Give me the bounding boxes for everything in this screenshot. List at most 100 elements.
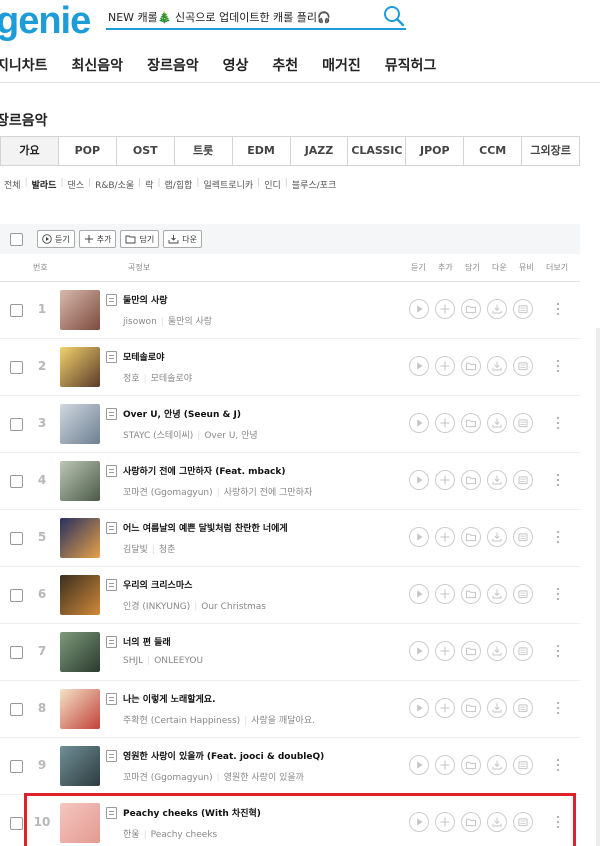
track-artist[interactable]: jisowon [123, 317, 157, 327]
tab-pop[interactable]: POP [59, 137, 117, 165]
song-info-icon[interactable] [106, 522, 117, 534]
album-cover[interactable] [60, 404, 100, 444]
download-button[interactable] [487, 413, 507, 433]
nav-new-music[interactable]: 최신음악 [72, 55, 124, 75]
tab-classic[interactable]: CLASSIC [348, 137, 407, 165]
subgenre-blues-folk[interactable]: 블루스/포크 [288, 178, 340, 191]
nav-magazine[interactable]: 매거진 [322, 55, 361, 75]
track-album[interactable]: ONLEEYOU [154, 656, 203, 666]
save-button[interactable] [461, 641, 481, 661]
tab-trot[interactable]: 트롯 [175, 137, 233, 165]
album-cover[interactable] [60, 290, 100, 330]
save-button[interactable] [461, 470, 481, 490]
row-checkbox[interactable] [10, 646, 23, 659]
play-selected-button[interactable]: 듣기 [37, 230, 75, 248]
row-checkbox[interactable] [10, 532, 23, 545]
download-button[interactable] [487, 356, 507, 376]
subgenre-ballad[interactable]: 발라드 [28, 178, 61, 191]
mv-button[interactable] [513, 698, 533, 718]
add-button[interactable] [435, 641, 455, 661]
track-title[interactable]: 나는 이렇게 노래할게요. [123, 692, 216, 705]
add-button[interactable] [435, 356, 455, 376]
track-artist[interactable]: 꼬마견 (Ggomagyun) [123, 488, 213, 498]
play-button[interactable] [409, 755, 429, 775]
mv-button[interactable] [513, 299, 533, 319]
play-button[interactable] [409, 584, 429, 604]
save-button[interactable] [461, 527, 481, 547]
add-button[interactable] [435, 584, 455, 604]
add-button[interactable] [435, 470, 455, 490]
add-button[interactable] [435, 755, 455, 775]
select-all-checkbox[interactable] [10, 232, 23, 246]
row-checkbox[interactable] [10, 418, 23, 431]
mv-button[interactable] [513, 356, 533, 376]
more-options-button[interactable] [556, 415, 560, 431]
tab-ccm[interactable]: CCM [464, 137, 523, 165]
subgenre-electronica[interactable]: 일렉트로니카 [199, 178, 257, 191]
play-button[interactable] [409, 413, 429, 433]
save-button[interactable] [461, 584, 481, 604]
more-options-button[interactable] [556, 358, 560, 374]
song-info-icon[interactable] [106, 579, 117, 591]
album-cover[interactable] [60, 575, 100, 615]
play-button[interactable] [409, 641, 429, 661]
nav-genre[interactable]: 장르음악 [147, 55, 199, 75]
track-title[interactable]: 우리의 크리스마스 [123, 578, 192, 591]
tab-kpop[interactable]: 가요 [1, 137, 59, 165]
track-artist[interactable]: STAYC (스테이씨) [123, 431, 193, 441]
more-options-button[interactable] [556, 301, 560, 317]
song-info-icon[interactable] [106, 750, 117, 762]
song-info-icon[interactable] [106, 351, 117, 363]
save-button[interactable] [461, 698, 481, 718]
tab-jpop[interactable]: JPOP [406, 137, 465, 165]
download-button[interactable] [487, 584, 507, 604]
tab-ost[interactable]: OST [117, 137, 175, 165]
subgenre-rnb[interactable]: R&B/소울 [91, 178, 138, 191]
play-button[interactable] [409, 698, 429, 718]
download-button[interactable] [487, 698, 507, 718]
play-button[interactable] [409, 356, 429, 376]
track-album[interactable]: Our Christmas [201, 602, 266, 612]
track-artist[interactable]: 김달빛 [123, 545, 148, 555]
track-album[interactable]: 둘만의 사랑 [168, 317, 212, 327]
add-button[interactable] [435, 299, 455, 319]
search-input[interactable] [108, 6, 370, 28]
track-album[interactable]: 사랑하기 전에 그만하자 [224, 488, 313, 498]
tab-jazz[interactable]: JAZZ [291, 137, 349, 165]
album-cover[interactable] [60, 461, 100, 501]
nav-video[interactable]: 영상 [223, 55, 249, 75]
song-info-icon[interactable] [106, 636, 117, 648]
subgenre-hiphop[interactable]: 랩/힙합 [161, 178, 197, 191]
track-artist[interactable]: 꼬마견 (Ggomagyun) [123, 773, 213, 783]
save-button[interactable] [461, 356, 481, 376]
more-options-button[interactable] [556, 757, 560, 773]
more-options-button[interactable] [556, 529, 560, 545]
more-options-button[interactable] [556, 700, 560, 716]
track-artist[interactable]: 인경 (INKYUNG) [123, 602, 190, 612]
mv-button[interactable] [513, 527, 533, 547]
mv-button[interactable] [513, 641, 533, 661]
track-album[interactable]: Over U, 안녕 [204, 431, 257, 441]
track-artist[interactable]: 주확현 (Certain Happiness) [123, 716, 240, 726]
song-info-icon[interactable] [106, 294, 117, 306]
download-button[interactable] [487, 755, 507, 775]
album-cover[interactable] [60, 347, 100, 387]
more-options-button[interactable] [556, 586, 560, 602]
genie-logo[interactable]: genie [0, 0, 91, 43]
row-checkbox[interactable] [10, 760, 23, 773]
track-title[interactable]: 둘만의 사랑 [123, 293, 168, 306]
nav-chart[interactable]: 지니차트 [0, 55, 48, 75]
song-info-icon[interactable] [106, 408, 117, 420]
track-title[interactable]: Over U, 안녕 (Seeun & J) [123, 407, 241, 420]
add-button[interactable] [435, 698, 455, 718]
row-checkbox[interactable] [10, 475, 23, 488]
download-button[interactable] [487, 527, 507, 547]
track-album[interactable]: 청춘 [159, 545, 176, 555]
album-cover[interactable] [60, 746, 100, 786]
download-selected-button[interactable]: 다운 [163, 230, 202, 248]
track-title[interactable]: 모테솔로야 [123, 350, 164, 363]
tab-others[interactable]: 그외장르 [522, 137, 579, 165]
subgenre-dance[interactable]: 댄스 [64, 178, 89, 191]
save-button[interactable] [461, 755, 481, 775]
song-info-icon[interactable] [106, 465, 117, 477]
